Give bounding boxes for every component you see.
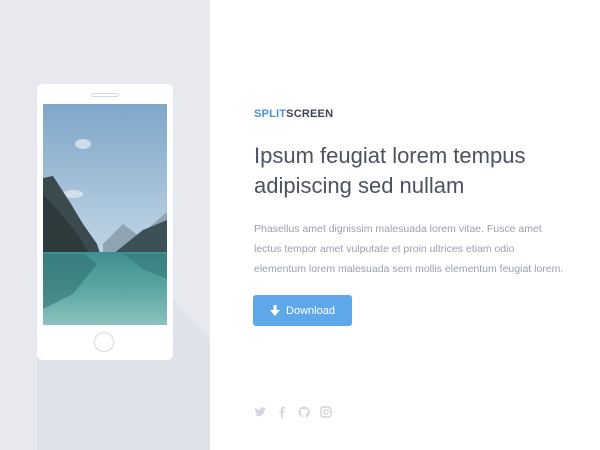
social-links — [254, 406, 332, 418]
headline: Ipsum feugiat lorem tempus adipiscing se… — [254, 143, 526, 198]
phone-mockup — [37, 84, 173, 360]
instagram-icon[interactable] — [320, 406, 332, 418]
twitter-icon[interactable] — [254, 406, 266, 418]
left-panel — [0, 0, 210, 450]
description-text: Phasellus amet dignissim malesuada lorem… — [254, 223, 564, 275]
brand-accent-text: SPLIT — [254, 108, 287, 120]
phone-home-button — [94, 332, 114, 352]
brand-logo[interactable]: SPLITSCREEN — [254, 108, 333, 120]
download-button[interactable]: Download — [253, 295, 352, 326]
github-icon[interactable] — [298, 406, 310, 418]
brand-rest-text: SCREEN — [286, 108, 334, 120]
phone-screen-image — [43, 104, 167, 325]
content-panel: SPLITSCREEN Ipsum feugiat lorem tempus a… — [210, 0, 600, 450]
phone-speaker — [91, 93, 119, 97]
facebook-icon[interactable] — [276, 406, 288, 418]
download-button-label: Download — [286, 304, 335, 317]
download-arrow-icon — [270, 305, 281, 316]
